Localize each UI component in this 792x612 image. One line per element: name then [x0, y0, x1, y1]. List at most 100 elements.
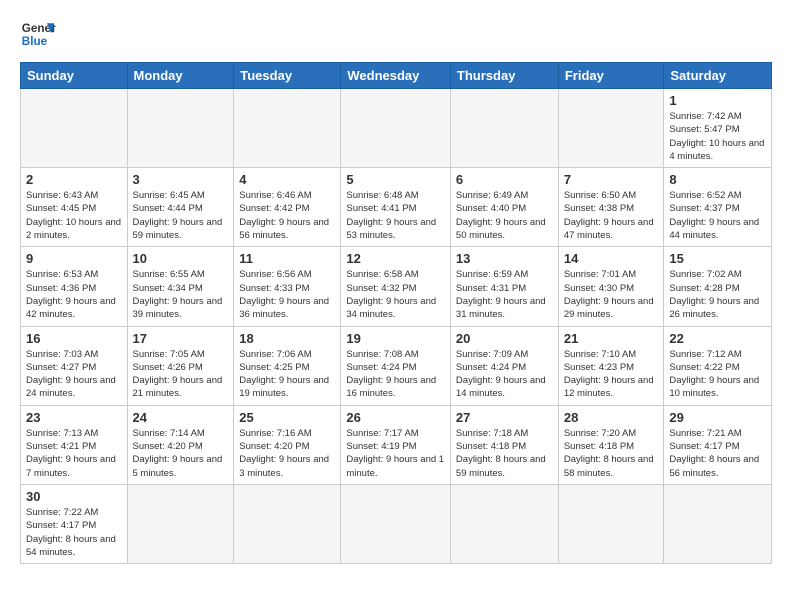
day-info: Sunrise: 7:20 AM Sunset: 4:18 PM Dayligh… [564, 427, 659, 480]
day-info: Sunrise: 7:09 AM Sunset: 4:24 PM Dayligh… [456, 348, 553, 401]
day-number: 4 [239, 172, 335, 187]
calendar-cell: 22 Sunrise: 7:12 AM Sunset: 4:22 PM Dayli… [664, 326, 772, 405]
day-number: 7 [564, 172, 659, 187]
day-info: Sunrise: 7:06 AM Sunset: 4:25 PM Dayligh… [239, 348, 335, 401]
calendar-cell: 20 Sunrise: 7:09 AM Sunset: 4:24 PM Dayli… [450, 326, 558, 405]
calendar-cell: 30Sunrise: 7:22 AM Sunset: 4:17 PM Dayli… [21, 484, 128, 563]
day-info: Sunrise: 7:21 AM Sunset: 4:17 PM Dayligh… [669, 427, 766, 480]
calendar-week-0: 1Sunrise: 7:42 AM Sunset: 5:47 PM Daylig… [21, 89, 772, 168]
calendar-cell [558, 484, 664, 563]
logo-icon: General Blue [20, 16, 56, 52]
day-info: Sunrise: 6:49 AM Sunset: 4:40 PM Dayligh… [456, 189, 553, 242]
weekday-header-saturday: Saturday [664, 63, 772, 89]
day-info: Sunrise: 7:42 AM Sunset: 5:47 PM Dayligh… [669, 110, 766, 163]
calendar-cell: 2 Sunrise: 6:43 AM Sunset: 4:45 PM Daylig… [21, 168, 128, 247]
calendar-cell: 28Sunrise: 7:20 AM Sunset: 4:18 PM Dayli… [558, 405, 664, 484]
calendar-cell: 29 Sunrise: 7:21 AM Sunset: 4:17 PM Dayli… [664, 405, 772, 484]
day-number: 8 [669, 172, 766, 187]
calendar-cell: 14Sunrise: 7:01 AM Sunset: 4:30 PM Dayli… [558, 247, 664, 326]
weekday-header-friday: Friday [558, 63, 664, 89]
day-number: 26 [346, 410, 445, 425]
day-info: Sunrise: 7:16 AM Sunset: 4:20 PM Dayligh… [239, 427, 335, 480]
calendar-cell: 7 Sunrise: 6:50 AM Sunset: 4:38 PM Daylig… [558, 168, 664, 247]
day-number: 23 [26, 410, 122, 425]
day-info: Sunrise: 7:18 AM Sunset: 4:18 PM Dayligh… [456, 427, 553, 480]
day-number: 19 [346, 331, 445, 346]
calendar-cell: 1Sunrise: 7:42 AM Sunset: 5:47 PM Daylig… [664, 89, 772, 168]
day-number: 10 [133, 251, 229, 266]
day-info: Sunrise: 7:10 AM Sunset: 4:23 PM Dayligh… [564, 348, 659, 401]
day-info: Sunrise: 6:52 AM Sunset: 4:37 PM Dayligh… [669, 189, 766, 242]
calendar-cell: 6Sunrise: 6:49 AM Sunset: 4:40 PM Daylig… [450, 168, 558, 247]
day-number: 18 [239, 331, 335, 346]
day-info: Sunrise: 7:12 AM Sunset: 4:22 PM Dayligh… [669, 348, 766, 401]
calendar-cell: 16Sunrise: 7:03 AM Sunset: 4:27 PM Dayli… [21, 326, 128, 405]
day-info: Sunrise: 6:53 AM Sunset: 4:36 PM Dayligh… [26, 268, 122, 321]
calendar-week-2: 9 Sunrise: 6:53 AM Sunset: 4:36 PM Daylig… [21, 247, 772, 326]
calendar-cell: 23Sunrise: 7:13 AM Sunset: 4:21 PM Dayli… [21, 405, 128, 484]
day-info: Sunrise: 7:08 AM Sunset: 4:24 PM Dayligh… [346, 348, 445, 401]
day-info: Sunrise: 6:43 AM Sunset: 4:45 PM Dayligh… [26, 189, 122, 242]
calendar-cell [234, 89, 341, 168]
calendar-cell: 24Sunrise: 7:14 AM Sunset: 4:20 PM Dayli… [127, 405, 234, 484]
day-number: 27 [456, 410, 553, 425]
day-number: 13 [456, 251, 553, 266]
day-number: 25 [239, 410, 335, 425]
day-number: 20 [456, 331, 553, 346]
weekday-header-monday: Monday [127, 63, 234, 89]
calendar-cell: 26 Sunrise: 7:17 AM Sunset: 4:19 PM Dayli… [341, 405, 451, 484]
day-info: Sunrise: 6:45 AM Sunset: 4:44 PM Dayligh… [133, 189, 229, 242]
day-info: Sunrise: 7:14 AM Sunset: 4:20 PM Dayligh… [133, 427, 229, 480]
calendar-cell: 9 Sunrise: 6:53 AM Sunset: 4:36 PM Daylig… [21, 247, 128, 326]
weekday-header-wednesday: Wednesday [341, 63, 451, 89]
day-info: Sunrise: 7:17 AM Sunset: 4:19 PM Dayligh… [346, 427, 445, 480]
weekday-header-row: SundayMondayTuesdayWednesdayThursdayFrid… [21, 63, 772, 89]
day-info: Sunrise: 6:55 AM Sunset: 4:34 PM Dayligh… [133, 268, 229, 321]
day-number: 11 [239, 251, 335, 266]
calendar-cell: 10 Sunrise: 6:55 AM Sunset: 4:34 PM Dayli… [127, 247, 234, 326]
calendar-cell [664, 484, 772, 563]
weekday-header-tuesday: Tuesday [234, 63, 341, 89]
day-number: 21 [564, 331, 659, 346]
calendar-cell [450, 89, 558, 168]
weekday-header-thursday: Thursday [450, 63, 558, 89]
calendar-cell [21, 89, 128, 168]
calendar-cell: 17Sunrise: 7:05 AM Sunset: 4:26 PM Dayli… [127, 326, 234, 405]
day-info: Sunrise: 6:59 AM Sunset: 4:31 PM Dayligh… [456, 268, 553, 321]
page: General Blue SundayMondayTuesdayWednesda… [0, 0, 792, 584]
calendar-cell: 27 Sunrise: 7:18 AM Sunset: 4:18 PM Dayli… [450, 405, 558, 484]
day-number: 15 [669, 251, 766, 266]
calendar-cell: 21 Sunrise: 7:10 AM Sunset: 4:23 PM Dayli… [558, 326, 664, 405]
calendar-cell: 19 Sunrise: 7:08 AM Sunset: 4:24 PM Dayli… [341, 326, 451, 405]
calendar-cell [127, 484, 234, 563]
header: General Blue [20, 16, 772, 52]
day-number: 14 [564, 251, 659, 266]
calendar-cell [127, 89, 234, 168]
calendar-week-5: 30Sunrise: 7:22 AM Sunset: 4:17 PM Dayli… [21, 484, 772, 563]
calendar-cell [558, 89, 664, 168]
day-info: Sunrise: 6:56 AM Sunset: 4:33 PM Dayligh… [239, 268, 335, 321]
day-number: 12 [346, 251, 445, 266]
day-number: 29 [669, 410, 766, 425]
day-number: 9 [26, 251, 122, 266]
calendar-table: SundayMondayTuesdayWednesdayThursdayFrid… [20, 62, 772, 564]
day-number: 30 [26, 489, 122, 504]
day-info: Sunrise: 7:02 AM Sunset: 4:28 PM Dayligh… [669, 268, 766, 321]
calendar-cell: 25 Sunrise: 7:16 AM Sunset: 4:20 PM Dayli… [234, 405, 341, 484]
day-number: 2 [26, 172, 122, 187]
day-info: Sunrise: 6:46 AM Sunset: 4:42 PM Dayligh… [239, 189, 335, 242]
svg-text:Blue: Blue [22, 35, 48, 48]
calendar-cell: 11 Sunrise: 6:56 AM Sunset: 4:33 PM Dayli… [234, 247, 341, 326]
calendar-cell [341, 89, 451, 168]
day-info: Sunrise: 6:58 AM Sunset: 4:32 PM Dayligh… [346, 268, 445, 321]
day-info: Sunrise: 6:50 AM Sunset: 4:38 PM Dayligh… [564, 189, 659, 242]
calendar-cell [450, 484, 558, 563]
day-number: 5 [346, 172, 445, 187]
calendar-cell: 15 Sunrise: 7:02 AM Sunset: 4:28 PM Dayli… [664, 247, 772, 326]
day-number: 17 [133, 331, 229, 346]
day-number: 16 [26, 331, 122, 346]
calendar-cell [341, 484, 451, 563]
calendar-cell: 13 Sunrise: 6:59 AM Sunset: 4:31 PM Dayli… [450, 247, 558, 326]
day-info: Sunrise: 6:48 AM Sunset: 4:41 PM Dayligh… [346, 189, 445, 242]
day-number: 22 [669, 331, 766, 346]
